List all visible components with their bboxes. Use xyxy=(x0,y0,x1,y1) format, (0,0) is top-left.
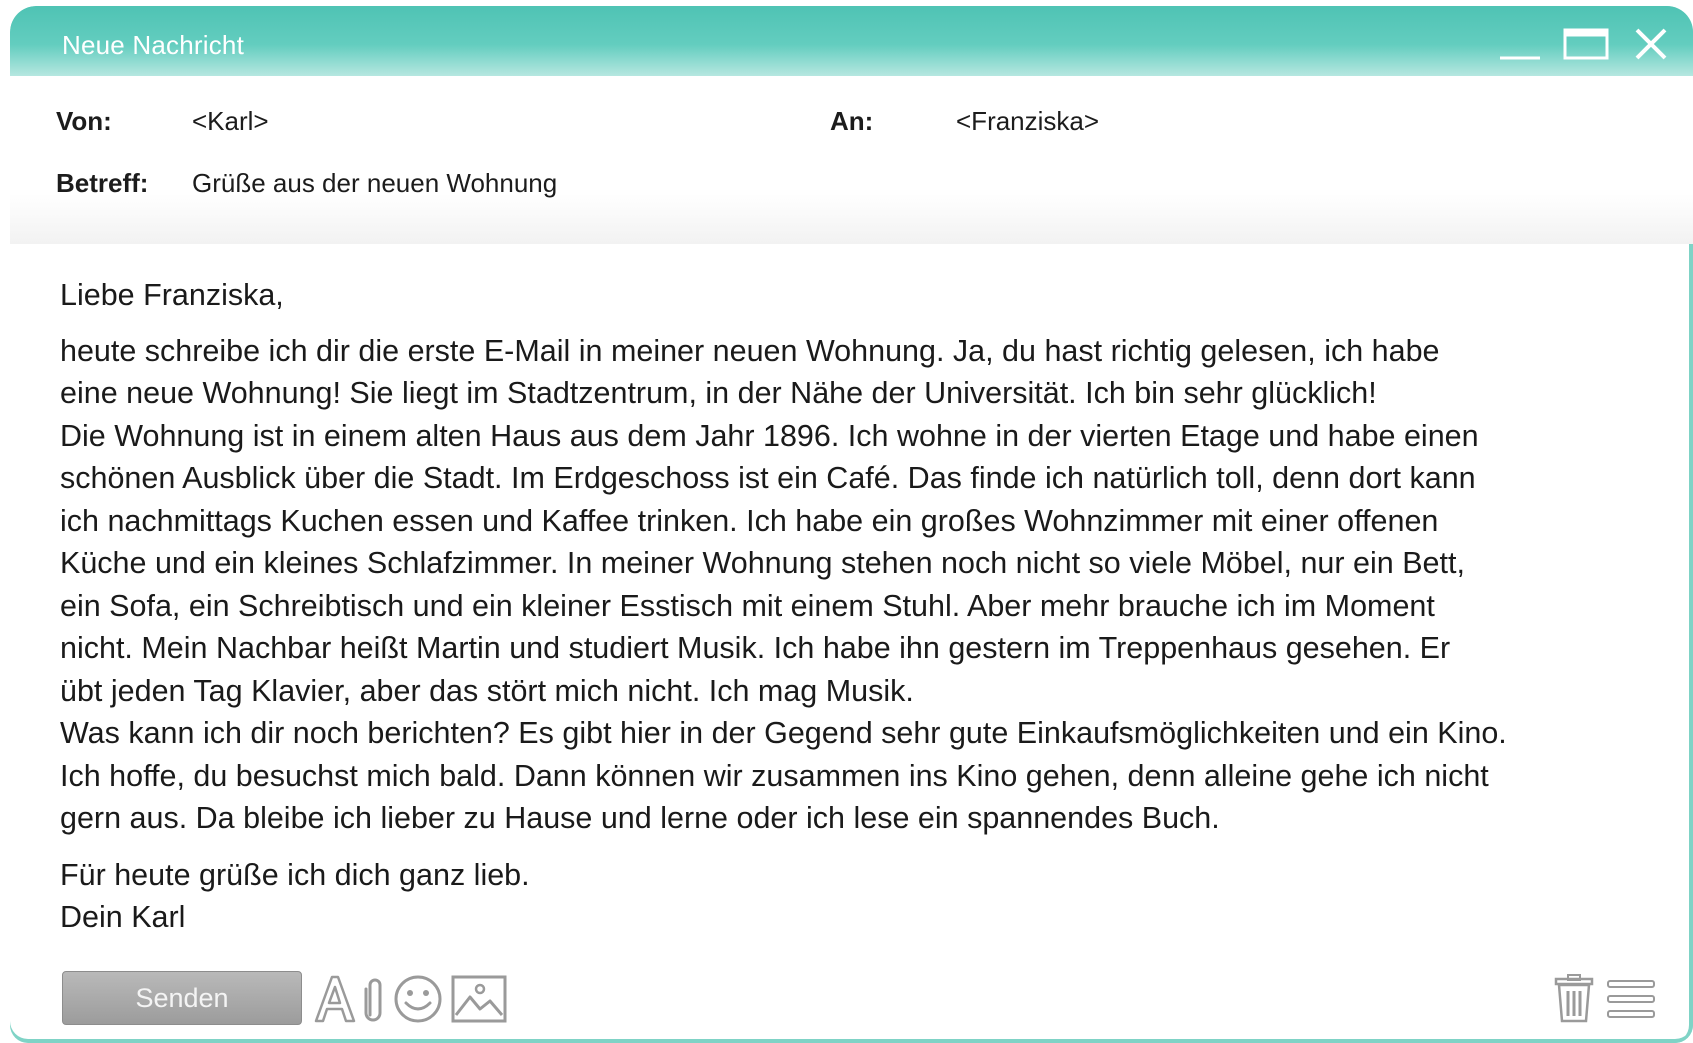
to-label: An: xyxy=(830,106,874,136)
body-line: Ich hoffe, du besuchst mich bald. Dann k… xyxy=(60,758,1489,793)
close-button[interactable] xyxy=(1627,24,1675,64)
subject-field[interactable]: Grüße aus der neuen Wohnung xyxy=(192,168,557,199)
body-line: übt jeden Tag Klavier, aber das stört mi… xyxy=(60,673,914,708)
body-line: eine neue Wohnung! Sie liegt im Stadtzen… xyxy=(60,376,1377,410)
body-line: ich nachmittags Kuchen essen und Kaffee … xyxy=(60,503,1439,538)
subject-label: Betreff: xyxy=(56,168,149,198)
signature-line: Dein Karl xyxy=(60,900,186,934)
body-line: ein Sofa, ein Schreibtisch und ein klein… xyxy=(60,588,1435,623)
email-compose-window: Neue Nachricht Von: <Karl> An: <Franzisk… xyxy=(10,6,1693,1043)
message-header: Von: <Karl> An: <Franziska> Betreff: Grü… xyxy=(10,76,1693,244)
body-line: schönen Ausblick über die Stadt. Im Erdg… xyxy=(60,461,1476,495)
compose-toolbar: Senden xyxy=(10,961,1693,1043)
text-format-icon[interactable] xyxy=(312,973,356,1025)
title-bar: Neue Nachricht xyxy=(10,6,1693,76)
body-line: Was kann ich dir noch berichten? Es gibt… xyxy=(60,716,1507,750)
emoji-icon[interactable] xyxy=(392,973,444,1025)
send-button[interactable]: Senden xyxy=(62,971,302,1025)
attachment-icon[interactable] xyxy=(362,973,388,1025)
maximize-button[interactable] xyxy=(1562,24,1610,64)
minimize-button[interactable] xyxy=(1496,24,1544,64)
greeting-line: Liebe Franziska, xyxy=(60,278,284,312)
message-body[interactable]: Liebe Franziska, heute schreibe ich dir … xyxy=(60,274,1670,939)
body-line: gern aus. Da bleibe ich lieber zu Hause … xyxy=(60,801,1220,835)
from-label: Von: xyxy=(56,106,112,136)
body-line: Küche und ein kleines Schlafzimmer. In m… xyxy=(60,546,1465,580)
maximize-icon xyxy=(1563,28,1609,60)
closing-line: Für heute grüße ich dich ganz lieb. xyxy=(60,857,530,892)
minimize-icon xyxy=(1500,56,1540,60)
body-line: nicht. Mein Nachbar heißt Martin und stu… xyxy=(60,631,1451,665)
image-icon[interactable] xyxy=(450,973,508,1025)
to-field[interactable]: <Franziska> xyxy=(956,106,1099,137)
body-line: Die Wohnung ist in einem alten Haus aus … xyxy=(60,418,1479,453)
trash-icon[interactable] xyxy=(1552,973,1596,1025)
body-line: heute schreibe ich dir die erste E-Mail … xyxy=(60,333,1440,368)
from-field[interactable]: <Karl> xyxy=(192,106,269,137)
close-icon xyxy=(1635,28,1667,60)
window-title: Neue Nachricht xyxy=(62,30,244,60)
menu-icon[interactable] xyxy=(1604,973,1658,1025)
